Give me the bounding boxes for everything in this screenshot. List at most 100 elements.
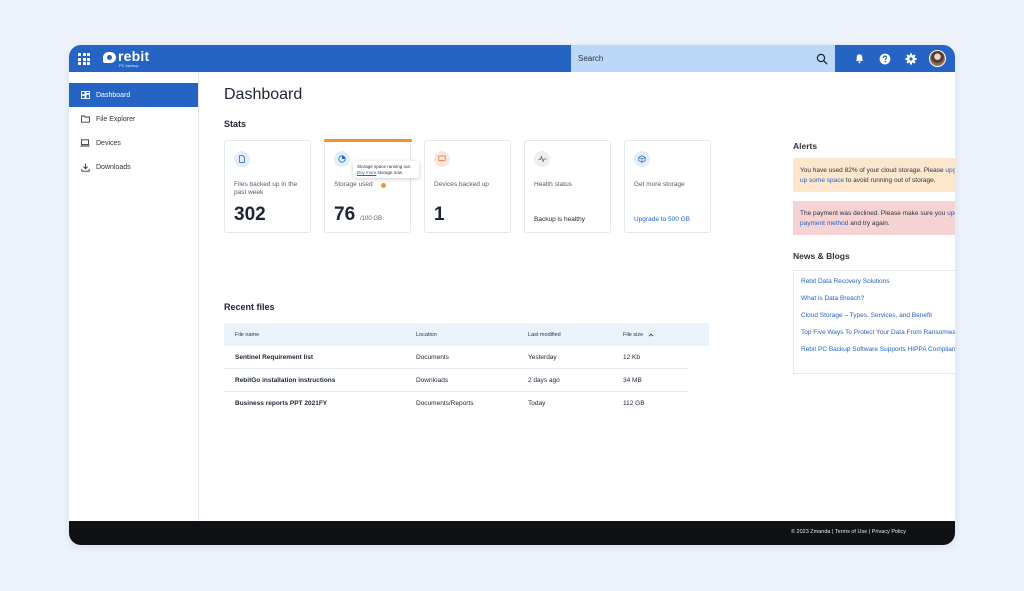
footer-links: © 2023 Zmanda | Terms of Use | Privacy P… [791, 529, 906, 535]
top-bar: rebit PC backup [69, 45, 955, 72]
main-content: Dashboard Stats Files backed up in the p… [200, 72, 955, 521]
storage-warning-alert: You have used 82% of your cloud storage.… [793, 158, 955, 192]
sidebar: Dashboard File Explorer Devices Download… [69, 72, 199, 521]
news-link[interactable]: Top Five Ways To Protect Your Data From … [801, 329, 955, 338]
stat-card-devices[interactable]: Devices backed up 1 [424, 140, 511, 233]
location-cell: Documents/Reports [416, 400, 474, 407]
alert-text: You have used 82% of your cloud storage.… [800, 167, 946, 174]
upgrade-link[interactable]: upgrade [945, 167, 955, 174]
column-header-label: File size [623, 331, 644, 338]
table-header: File name Location Last modified File si… [224, 323, 709, 346]
logo-text: rebit [118, 48, 150, 64]
alert-text: The payment was declined. Please make su… [800, 210, 948, 217]
pulse-icon [534, 151, 550, 167]
column-header-last-modified[interactable]: Last modified [528, 332, 623, 338]
last-modified-cell: Yesterday [528, 353, 557, 361]
card-label: Devices backed up [434, 181, 489, 188]
laptop-icon [80, 138, 90, 148]
table-row[interactable]: Business reports PPT 2021FY Documents/Re… [224, 392, 688, 415]
column-header-file-size[interactable]: File size [623, 332, 688, 338]
upgrade-storage-link[interactable]: Upgrade to 500 GB [634, 216, 690, 223]
last-modified-cell: 2 days ago [528, 376, 560, 384]
location-cell: Documents [416, 353, 449, 361]
stat-card-storage[interactable]: Storage space running out. Buy more stor… [324, 139, 419, 233]
dashboard-icon [80, 90, 90, 100]
settings-button[interactable] [898, 45, 924, 72]
user-avatar[interactable] [929, 50, 946, 67]
card-label: Get more storage [634, 181, 685, 188]
payment-error-alert: The payment was declined. Please make su… [793, 201, 955, 235]
tooltip-text: Storage space running out. [357, 164, 412, 169]
header-actions [846, 45, 955, 72]
search-icon[interactable] [816, 53, 828, 65]
monitor-icon [434, 151, 450, 167]
alert-text: to avoid running out of storage. [844, 177, 936, 184]
sort-ascending-icon [648, 333, 654, 336]
file-icon [234, 151, 250, 167]
sidebar-item-label: Dashboard [96, 91, 131, 99]
file-size-cell: 34 MB [623, 376, 642, 384]
download-icon [80, 162, 90, 172]
file-name-cell: Business reports PPT 2021FY [235, 400, 328, 407]
card-value: 1 [434, 204, 445, 225]
pie-chart-icon [334, 151, 350, 167]
logo-subtitle: PC backup [119, 63, 139, 68]
news-link[interactable]: Cloud Storage – Types, Services, and Ben… [801, 312, 955, 321]
file-name-cell: Sentinel Requirement list [235, 353, 314, 361]
sidebar-item-label: Downloads [96, 163, 131, 171]
column-header-file-name[interactable]: File name [224, 332, 416, 338]
sidebar-item-devices[interactable]: Devices [69, 131, 198, 155]
news-link[interactable]: Rebit PC Backup Software Supports HIPPA … [801, 346, 955, 355]
privacy-link[interactable]: Privacy Policy [872, 529, 906, 535]
sidebar-item-label: Devices [96, 139, 121, 147]
file-name-cell: RebitGo installation instructions [235, 376, 336, 384]
table-row[interactable]: RebitGo installation instructions Downlo… [224, 369, 688, 392]
help-button[interactable] [872, 45, 898, 72]
notifications-button[interactable] [846, 45, 872, 72]
last-modified-cell: Today [528, 400, 546, 407]
storage-tooltip: Storage space running out. Buy more stor… [353, 161, 419, 178]
news-link[interactable]: Rebit Data Recovery Solutions [801, 278, 955, 287]
stat-card-get-storage[interactable]: Get more storage Upgrade to 500 GB [624, 140, 711, 233]
card-unit: /100 GB [360, 216, 383, 222]
terms-link[interactable]: Terms of Use [835, 529, 867, 535]
location-cell: Downloads [416, 376, 449, 384]
table-row[interactable]: Sentinel Requirement list Documents Yest… [224, 346, 688, 369]
stat-card-health[interactable]: Health status Backup is healthy [524, 140, 611, 233]
card-label: Health status [534, 181, 572, 188]
buy-more-link[interactable]: Buy more [357, 170, 376, 175]
rebit-logo[interactable]: rebit PC backup [103, 48, 150, 68]
alert-text: and try again. [848, 220, 890, 227]
news-list: Rebit Data Recovery Solutions What is Da… [793, 270, 955, 374]
bell-icon [855, 54, 863, 64]
cube-icon [634, 151, 650, 167]
logo-mark-icon [103, 52, 116, 63]
news-link[interactable]: What is Data Breach? [801, 295, 955, 304]
folder-icon [80, 114, 90, 124]
health-status-text: Backup is healthy [534, 216, 585, 223]
footer: © 2023 Zmanda | Terms of Use | Privacy P… [69, 521, 955, 545]
stat-card-files[interactable]: Files backed up in the past week 302 [224, 140, 311, 233]
card-value: 302 [234, 204, 266, 225]
warning-dot-icon [381, 183, 386, 188]
sidebar-item-downloads[interactable]: Downloads [69, 155, 198, 179]
file-size-cell: 112 GB [623, 400, 645, 407]
column-header-location[interactable]: Location [416, 332, 528, 338]
recent-files-heading: Recent files [224, 302, 275, 312]
news-heading: News & Blogs [793, 251, 850, 261]
search-bar [571, 45, 835, 72]
gear-icon [905, 52, 917, 65]
sidebar-item-dashboard[interactable]: Dashboard [69, 83, 198, 107]
search-input[interactable] [578, 54, 816, 63]
card-label: Storage used [334, 181, 373, 188]
page-title: Dashboard [224, 86, 303, 103]
card-value: 76 [334, 204, 356, 225]
sidebar-item-label: File Explorer [96, 115, 136, 123]
help-icon [879, 53, 891, 64]
app-grid-icon[interactable] [78, 53, 90, 65]
stats-heading: Stats [224, 119, 247, 129]
recent-files-table: File name Location Last modified File si… [224, 323, 709, 415]
sidebar-item-file-explorer[interactable]: File Explorer [69, 107, 198, 131]
file-size-cell: 12 Kb [623, 353, 640, 361]
app-window: rebit PC backup Dashboard [69, 45, 955, 545]
